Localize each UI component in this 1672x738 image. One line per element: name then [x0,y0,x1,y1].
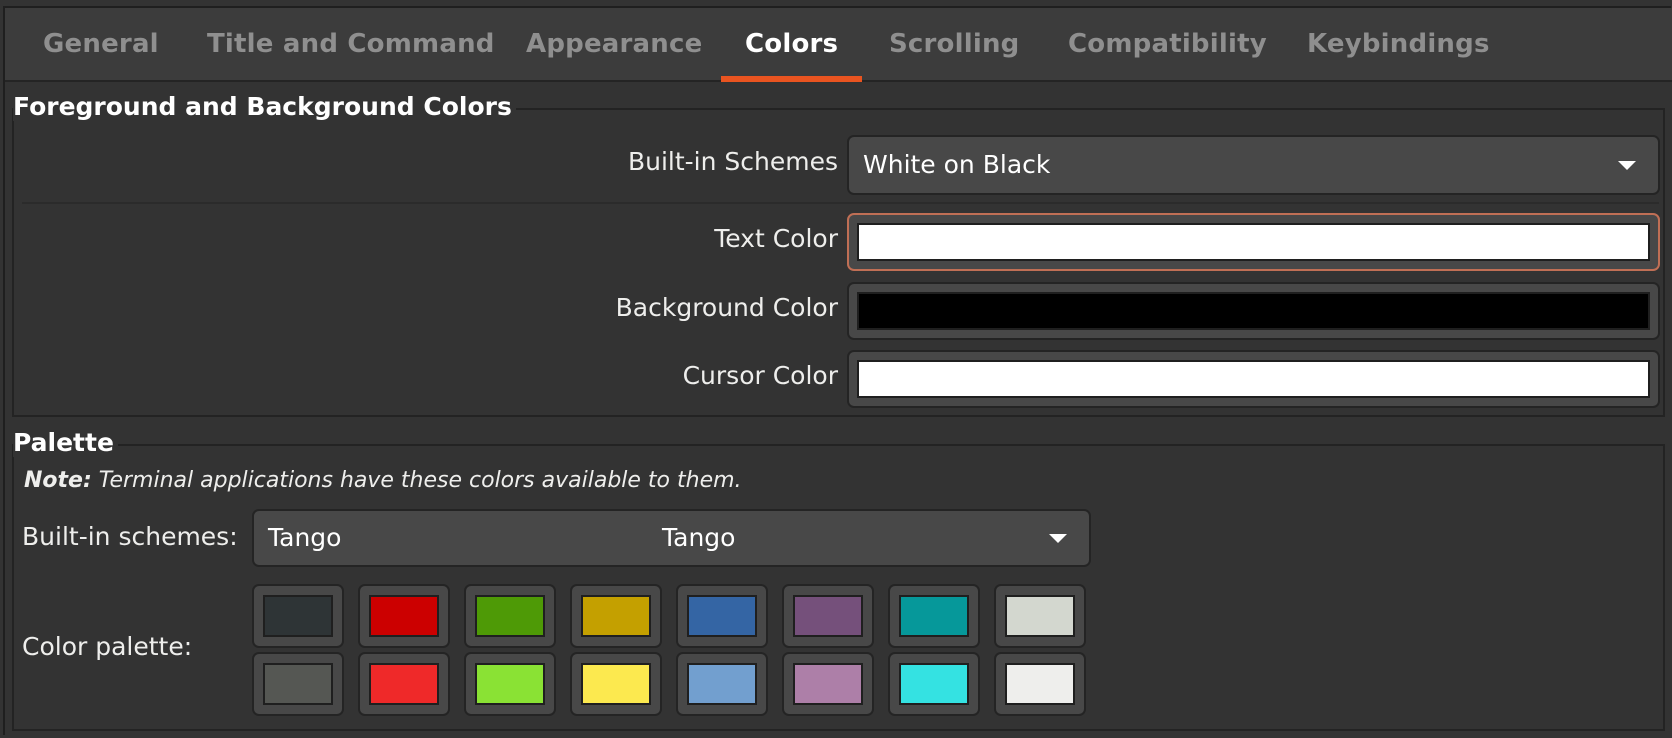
palette-color-button[interactable] [252,652,344,716]
builtin-schemes-dropdown[interactable]: White on Black [847,135,1660,195]
palette-color-swatch [793,663,863,705]
cursor-color-swatch [857,360,1650,398]
palette-color-button[interactable] [464,584,556,648]
background-color-swatch [857,292,1650,330]
palette-color-swatch [899,663,969,705]
palette-note: Note: Terminal applications have these c… [24,468,742,493]
tab-label: Scrolling [889,29,1020,59]
palette-color-swatch [687,663,757,705]
palette-color-button[interactable] [464,652,556,716]
palette-color-swatch [263,595,333,637]
palette-color-button[interactable] [782,584,874,648]
text-color-swatch [857,223,1650,261]
text-color-button[interactable] [847,213,1660,271]
palette-color-button[interactable] [358,584,450,648]
tab-title-and-command[interactable]: Title and Command [207,8,495,80]
palette-color-swatch [1005,595,1075,637]
palette-color-button[interactable] [358,652,450,716]
palette-frame-title: Palette [13,428,118,457]
active-tab-indicator [721,76,863,82]
tab-scrolling[interactable]: Scrolling [889,8,1019,80]
palette-color-button[interactable] [676,652,768,716]
palette-color-swatch [793,595,863,637]
palette-color-swatch [899,595,969,637]
palette-color-button[interactable] [782,652,874,716]
palette-color-button[interactable] [888,584,980,648]
note-bold: Note: [24,468,92,493]
palette-color-button[interactable] [888,652,980,716]
palette-color-swatch [581,595,651,637]
palette-color-swatch [1005,663,1075,705]
tab-colors[interactable]: Colors [721,8,863,82]
cursor-color-label: Cursor Color [682,361,838,390]
note-text: Terminal applications have these colors … [91,468,742,493]
text-color-label: Text Color [714,224,838,253]
palette-builtin-schemes-label: Built-in schemes: [22,522,238,551]
tab-label: Colors [745,29,839,59]
palette-color-button[interactable] [570,584,662,648]
palette-color-button[interactable] [676,584,768,648]
tab-bar: General Title and Command Appearance Col… [5,8,1672,82]
background-color-button[interactable] [847,282,1660,340]
builtin-schemes-label: Built-in Schemes [627,147,838,176]
palette-color-swatch [475,595,545,637]
palette-color-swatch [369,663,439,705]
tab-compatibility[interactable]: Compatibility [1068,8,1267,80]
tab-label: Appearance [526,29,703,59]
palette-builtin-schemes-dropdown[interactable]: Tango Tango [252,509,1091,567]
tab-label: Compatibility [1068,29,1267,59]
background-color-label: Background Color [615,293,838,322]
chevron-down-icon [1618,161,1636,170]
palette-color-swatch [581,663,651,705]
palette-color-swatch [263,663,333,705]
separator [22,202,1659,204]
fg-bg-frame-title: Foreground and Background Colors [13,92,516,121]
tab-keybindings[interactable]: Keybindings [1307,8,1490,80]
tab-general[interactable]: General [43,8,159,80]
color-palette-label: Color palette: [22,632,193,661]
tab-label: Keybindings [1307,29,1490,59]
cursor-color-button[interactable] [847,350,1660,408]
chevron-down-icon [1049,534,1067,543]
palette-color-swatch [369,595,439,637]
palette-color-swatch [475,663,545,705]
builtin-schemes-value: White on Black [863,150,1051,179]
palette-color-swatch [687,595,757,637]
palette-color-button[interactable] [252,584,344,648]
tab-appearance[interactable]: Appearance [526,8,702,80]
palette-color-button[interactable] [570,652,662,716]
tab-label: Title and Command [207,29,495,59]
tab-label: General [43,29,159,59]
palette-color-button[interactable] [994,652,1086,716]
palette-scheme-value: Tango [268,523,342,552]
palette-scheme-value-center: Tango [662,523,736,552]
palette-color-button[interactable] [994,584,1086,648]
